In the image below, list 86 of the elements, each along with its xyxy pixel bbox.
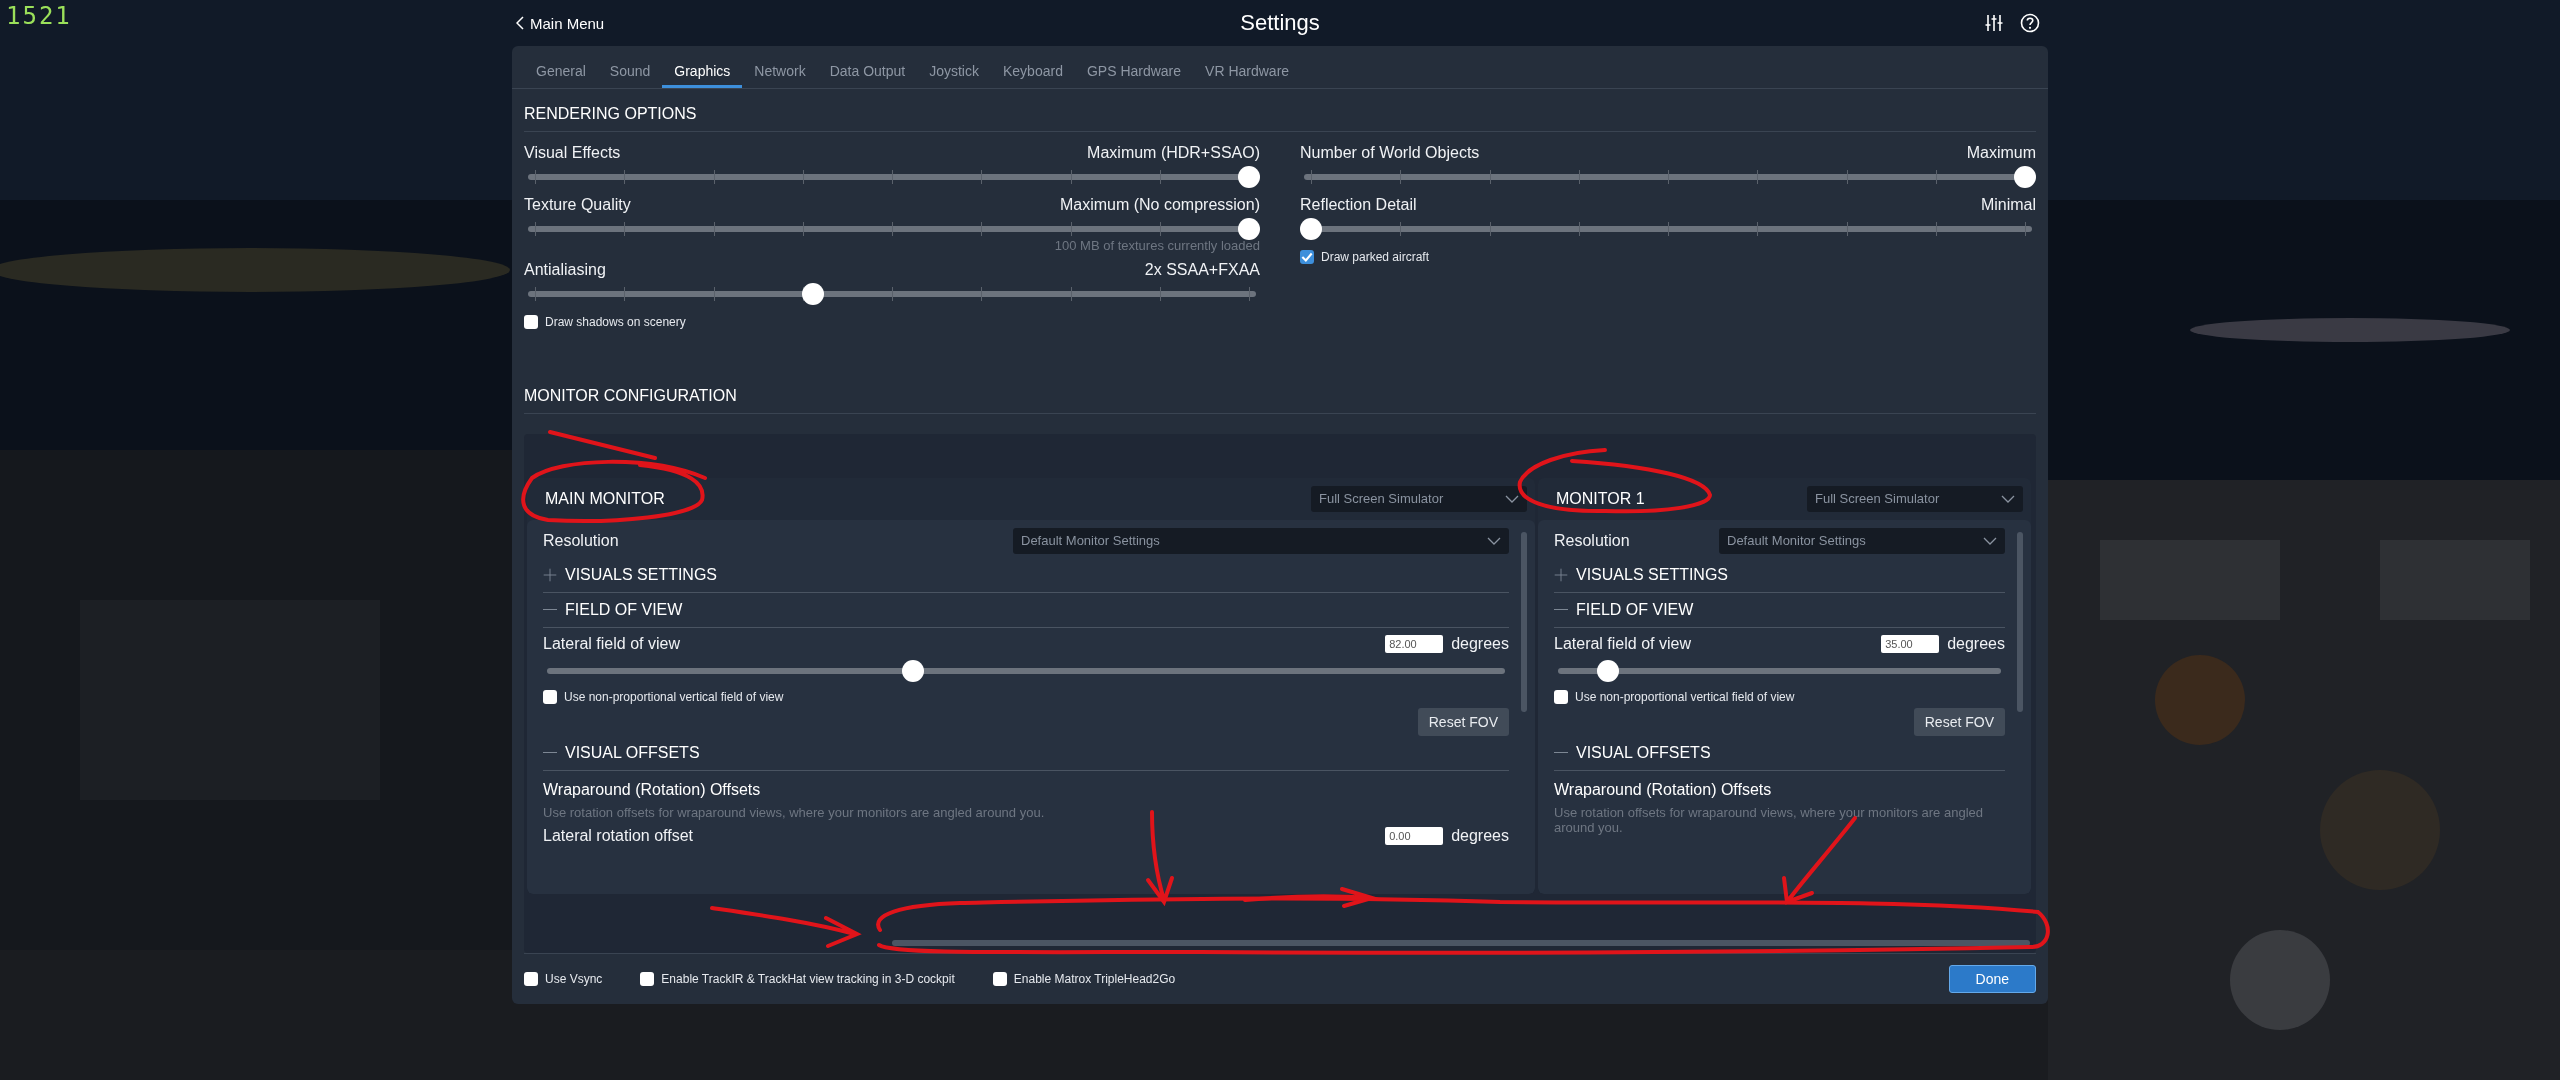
tab[interactable]: Sound	[597, 46, 663, 88]
slider-thumb[interactable]	[2014, 165, 2036, 188]
done-button[interactable]: Done	[1948, 965, 2036, 994]
setting-label: Resolution	[543, 531, 619, 550]
slider-thumb[interactable]	[1238, 165, 1260, 188]
setting-value: Minimal	[1980, 195, 2036, 215]
mode-dropdown[interactable]: Full Screen Simulator	[1311, 485, 1527, 512]
checkbox[interactable]	[1300, 249, 1314, 264]
tab[interactable]: GPS Hardware	[1074, 46, 1194, 88]
checkbox-label: Use non-proportional vertical field of view	[1575, 689, 1795, 704]
setting-label: Lateral field of view	[543, 634, 680, 653]
tab[interactable]: Keyboard	[991, 46, 1075, 88]
collapsible-header[interactable]: FIELD OF VIEW	[543, 592, 1509, 628]
chevron-left-icon	[516, 16, 524, 30]
frame-counter: 1521	[6, 2, 72, 30]
monitor-title: MAIN MONITOR	[545, 489, 665, 508]
checkbox-label: Draw parked aircraft	[1321, 249, 1430, 264]
offsets-title: Wraparound (Rotation) Offsets	[1554, 780, 1773, 799]
reset-fov-button[interactable]: Reset FOV	[1417, 707, 1509, 736]
checkbox[interactable]	[524, 314, 538, 329]
slider-thumb[interactable]	[1300, 217, 1322, 240]
checkbox-label: Draw shadows on scenery	[545, 314, 686, 329]
checkbox[interactable]	[543, 689, 557, 704]
back-link[interactable]: Main Menu	[516, 14, 605, 32]
degrees-field[interactable]: 0.00	[1385, 826, 1444, 845]
offsets-description: Use rotation offsets for wraparound views, where your monitors are angled around you.	[543, 804, 1046, 820]
tab[interactable]: Network	[742, 46, 818, 88]
slider-thumb[interactable]	[802, 282, 825, 305]
unit-label: degrees	[1451, 826, 1509, 845]
tab[interactable]: Graphics	[662, 46, 743, 88]
setting-value: 2x SSAA+FXAA	[1144, 260, 1260, 280]
offsets-description: Use rotation offsets for wraparound views, where your monitors are angled around you.	[1554, 804, 1984, 835]
checkbox[interactable]	[524, 972, 538, 987]
setting-value: Maximum (HDR+SSAO)	[1087, 143, 1260, 163]
setting-label: Texture Quality	[524, 195, 631, 215]
tab[interactable]: VR Hardware	[1193, 46, 1302, 88]
reset-fov-button[interactable]: Reset FOV	[1913, 707, 2005, 736]
help-icon[interactable]	[2020, 13, 2040, 33]
slider-thumb[interactable]	[1596, 659, 1619, 682]
checkbox[interactable]	[1554, 689, 1568, 704]
setting-label: Visual Effects	[524, 143, 621, 163]
checkbox-label: Enable Matrox TripleHead2Go	[1013, 972, 1176, 987]
slider-thumb[interactable]	[1238, 217, 1260, 240]
checkbox-label: Enable TrackIR & TrackHat view tracking in 3-D cockpit	[661, 972, 955, 987]
setting-label: Antialiasing	[524, 260, 606, 280]
tab[interactable]: General	[524, 46, 598, 88]
monitor-title: MONITOR 1	[1556, 489, 1645, 508]
degrees-field[interactable]: 35.00	[1881, 634, 1940, 653]
checkbox[interactable]	[992, 972, 1007, 987]
collapsible-header[interactable]: VISUALS SETTINGS	[1554, 557, 2005, 593]
collapsible-header[interactable]: VISUALS SETTINGS	[543, 557, 1509, 593]
caret-icon	[2001, 494, 2015, 503]
unit-label: degrees	[1451, 634, 1509, 653]
checkbox[interactable]	[640, 972, 655, 987]
scrollbar[interactable]	[1521, 531, 1527, 712]
scrollbar[interactable]	[2017, 531, 2023, 712]
tab[interactable]: Data Output	[817, 46, 918, 88]
caret-icon	[1983, 536, 1997, 545]
slider-thumb[interactable]	[901, 659, 924, 682]
setting-label: Lateral rotation offset	[543, 826, 694, 845]
setting-label: Number of World Objects	[1300, 143, 1480, 163]
setting-value: Maximum (No compression)	[1059, 195, 1260, 215]
degrees-field[interactable]: 82.00	[1385, 634, 1444, 653]
sliders-icon[interactable]	[1984, 13, 2004, 33]
setting-value: Maximum	[1966, 143, 2036, 163]
section-heading: MONITOR CONFIGURATION	[524, 370, 2036, 414]
tab[interactable]: Joystick	[917, 46, 991, 88]
caret-icon	[1487, 536, 1501, 545]
texture-note: 100 MB of textures currently loaded	[1054, 237, 1260, 253]
resolution-dropdown[interactable]: Default Monitor Settings	[1013, 527, 1509, 554]
resolution-dropdown[interactable]: Default Monitor Settings	[1719, 527, 2005, 554]
offsets-title: Wraparound (Rotation) Offsets	[543, 780, 762, 799]
scrollbar[interactable]	[892, 939, 2030, 946]
checkbox-label: Use non-proportional vertical field of view	[564, 689, 784, 704]
collapsible-header[interactable]: FIELD OF VIEW	[1554, 592, 2005, 628]
setting-label: Resolution	[1554, 531, 1630, 550]
caret-icon	[1505, 494, 1519, 503]
checkbox-label: Use Vsync	[545, 972, 603, 987]
unit-label: degrees	[1947, 634, 2005, 653]
mode-dropdown[interactable]: Full Screen Simulator	[1807, 485, 2023, 512]
setting-label: Reflection Detail	[1300, 195, 1417, 215]
collapsible-header[interactable]: VISUAL OFFSETS	[543, 735, 1509, 771]
setting-label: Lateral field of view	[1554, 634, 1691, 653]
section-heading: RENDERING OPTIONS	[524, 88, 2036, 132]
window-title: Settings	[1240, 10, 1320, 36]
collapsible-header[interactable]: VISUAL OFFSETS	[1554, 735, 2005, 771]
